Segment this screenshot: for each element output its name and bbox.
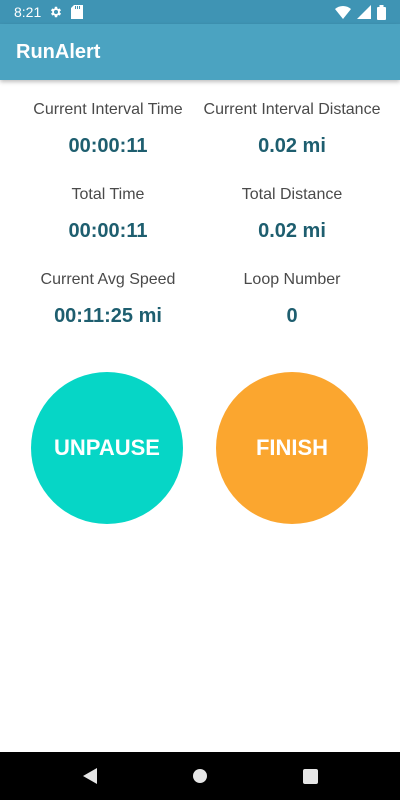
- stat-value: 0: [286, 305, 298, 327]
- stat-total-distance: Total Distance 0.02 mi: [192, 186, 392, 243]
- unpause-label: UNPAUSE: [54, 435, 160, 460]
- navigation-bar: [0, 752, 400, 800]
- battery-icon: [377, 4, 386, 20]
- stat-current-avg-speed: Current Avg Speed 00:11:25 mi: [8, 271, 208, 328]
- stat-total-time: Total Time 00:00:11: [8, 186, 208, 243]
- signal-icon: [357, 5, 371, 19]
- stat-value: 00:00:11: [68, 220, 148, 242]
- unpause-button[interactable]: UNPAUSE: [31, 372, 183, 524]
- stat-value: 0.02 mi: [258, 135, 326, 157]
- status-left: 8:21: [14, 4, 84, 20]
- recents-icon[interactable]: [300, 766, 320, 786]
- status-time: 8:21: [14, 4, 42, 20]
- stat-value: 00:11:25 mi: [54, 305, 162, 327]
- finish-button[interactable]: FINISH: [216, 372, 368, 524]
- sd-card-icon: [71, 5, 84, 19]
- stat-current-interval-time: Current Interval Time 00:00:11: [8, 101, 208, 158]
- stat-value: 0.02 mi: [258, 220, 326, 242]
- status-bar: 8:21: [0, 0, 400, 24]
- stat-label: Current Interval Time: [33, 101, 183, 118]
- home-icon[interactable]: [190, 766, 210, 786]
- finish-label: FINISH: [255, 435, 329, 460]
- stat-label: Loop Number: [243, 271, 341, 288]
- stat-label: Total Distance: [241, 186, 343, 203]
- back-icon[interactable]: [80, 766, 100, 786]
- wifi-icon: [335, 5, 351, 19]
- stat-label: Total Time: [71, 186, 145, 203]
- stat-loop-number: Loop Number 0: [192, 271, 392, 328]
- stat-current-interval-distance: Current Interval Distance 0.02 mi: [192, 101, 392, 158]
- stat-value: 00:00:11: [68, 135, 148, 157]
- stat-label: Current Interval Distance: [203, 101, 381, 118]
- status-right: [335, 4, 386, 20]
- stat-label: Current Avg Speed: [40, 271, 176, 288]
- app-title: RunAlert: [16, 40, 101, 63]
- app-bar: RunAlert: [0, 24, 400, 80]
- gear-icon: [49, 5, 63, 19]
